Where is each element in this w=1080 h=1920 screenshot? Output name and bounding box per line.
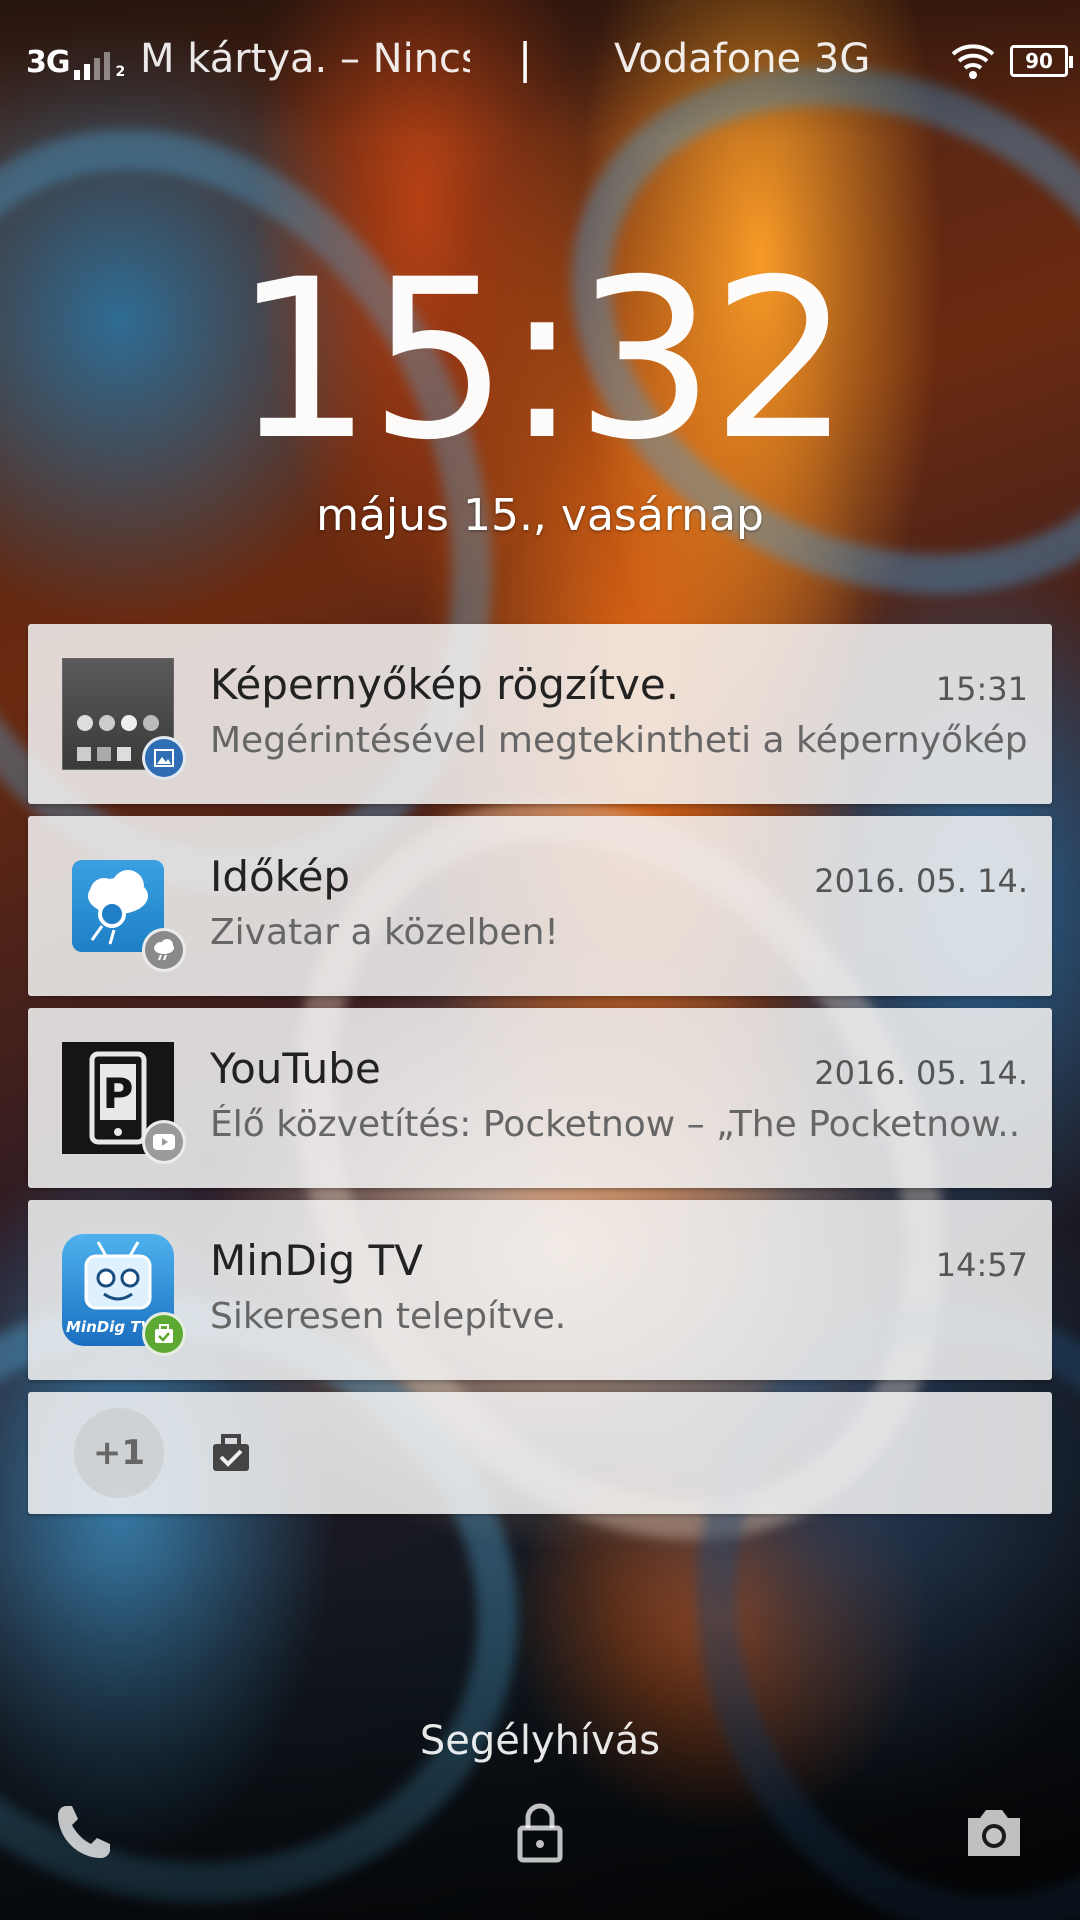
signal-icon: 3G 2	[26, 40, 126, 80]
network-type-label: 3G	[26, 45, 70, 80]
clock-time: 15:32	[232, 232, 851, 488]
notification-text: Sikeresen telepítve.	[210, 1296, 567, 1337]
notification-idokep[interactable]: Időkép 2016. 05. 14. Zivatar a közelben!	[28, 816, 1052, 996]
image-icon	[142, 736, 186, 780]
lockscreen-date: május 15., vasárnap	[316, 490, 764, 541]
notification-overflow[interactable]: +1	[28, 1392, 1052, 1514]
storm-cloud-icon	[142, 928, 186, 972]
svg-text:P: P	[103, 1069, 134, 1118]
notification-youtube[interactable]: P YouTube 2016. 05. 14. Élő közvetítés: …	[28, 1008, 1052, 1188]
battery-level: 90	[1025, 49, 1053, 73]
notification-time: 2016. 05. 14.	[814, 1054, 1028, 1092]
notification-text: Zivatar a közelben!	[210, 912, 559, 953]
phone-icon[interactable]	[52, 1800, 116, 1864]
lockscreen-clock: 15:32	[0, 250, 1080, 470]
overflow-count: +1	[74, 1408, 164, 1498]
notification-time: 15:31	[935, 670, 1028, 708]
notification-text: Megérintésével megtekintheti a képernyők…	[210, 720, 1030, 761]
notification-screenshot[interactable]: Képernyőkép rögzítve. 15:31 Megérintésév…	[28, 624, 1052, 804]
notification-title: Képernyőkép rögzítve.	[210, 660, 680, 709]
camera-icon[interactable]	[962, 1800, 1026, 1864]
notification-title: Időkép	[210, 852, 351, 901]
status-bar: 3G 2 M kártya. – Nincs | Vodafone 3G 90	[0, 0, 1080, 120]
notification-time: 14:57	[935, 1246, 1028, 1284]
notification-time: 2016. 05. 14.	[814, 862, 1028, 900]
notification-mindig-tv[interactable]: MinDig TV MinDig TV 14:57 Sikeresen tele…	[28, 1200, 1052, 1380]
play-icon	[142, 1120, 186, 1164]
bag-check-icon	[142, 1312, 186, 1356]
battery-icon: 90	[1010, 45, 1073, 77]
carrier-separator: |	[518, 34, 533, 83]
wifi-icon	[951, 44, 995, 79]
carrier-left: M kártya. – Nincs	[140, 36, 470, 82]
sim-slot-label: 2	[115, 64, 126, 80]
emergency-call-button[interactable]: Segélyhívás	[0, 1718, 1080, 1764]
notification-title: YouTube	[210, 1044, 381, 1093]
lock-icon[interactable]	[508, 1800, 572, 1864]
carrier-right: Vodafone 3G	[614, 36, 871, 82]
bag-check-icon	[213, 1434, 249, 1471]
notification-text: Élő közvetítés: Pocketnow – „The Pocketn…	[210, 1104, 1021, 1145]
mindig-icon-label: MinDig TV	[66, 1318, 153, 1336]
notification-title: MinDig TV	[210, 1236, 423, 1285]
